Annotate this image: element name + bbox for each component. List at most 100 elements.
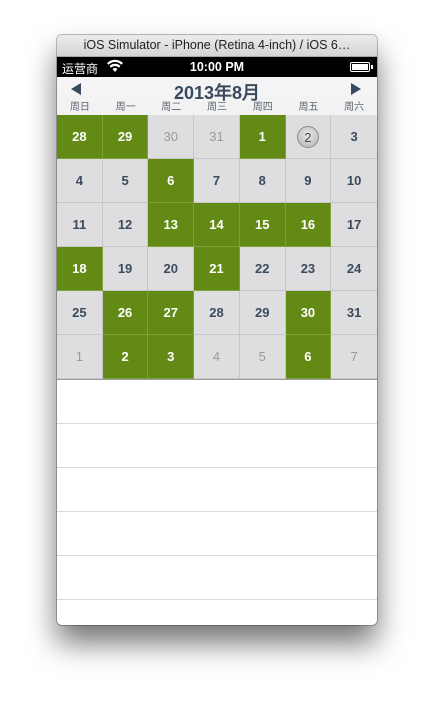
- day-number: 9: [304, 173, 312, 188]
- day-cell[interactable]: 2: [102, 335, 149, 379]
- day-cell[interactable]: 7: [331, 335, 377, 379]
- list-item[interactable]: [57, 424, 377, 468]
- day-number: 14: [209, 217, 224, 232]
- day-number: 29: [254, 305, 270, 320]
- day-cell[interactable]: 8: [239, 159, 286, 203]
- day-cell[interactable]: 13: [148, 203, 195, 247]
- day-cell[interactable]: 30: [285, 291, 332, 335]
- day-number: 7: [212, 173, 221, 188]
- day-cell[interactable]: 28: [57, 115, 103, 159]
- day-number: 7: [350, 349, 358, 364]
- day-number: 20: [163, 261, 179, 276]
- day-number: 5: [258, 349, 266, 364]
- day-cell[interactable]: 22: [239, 247, 286, 291]
- day-number: 23: [300, 261, 316, 276]
- day-number: 17: [346, 217, 362, 232]
- day-cell[interactable]: 19: [102, 247, 149, 291]
- day-cell[interactable]: 16: [285, 203, 332, 247]
- day-number: 19: [117, 261, 133, 276]
- day-cell[interactable]: 14: [194, 203, 240, 247]
- day-number: 3: [167, 349, 175, 364]
- day-number: 28: [209, 305, 224, 320]
- day-number: 31: [209, 129, 224, 144]
- day-cell[interactable]: 1: [239, 115, 286, 159]
- window-title: iOS Simulator - iPhone (Retina 4-inch) /…: [57, 35, 377, 57]
- day-cell[interactable]: 12: [102, 203, 149, 247]
- day-number: 4: [212, 349, 221, 364]
- day-number: 1: [75, 349, 83, 364]
- list-item[interactable]: [57, 512, 377, 556]
- day-cell[interactable]: 18: [57, 247, 103, 291]
- day-cell[interactable]: 15: [239, 203, 286, 247]
- list-item[interactable]: [57, 468, 377, 512]
- day-cell[interactable]: 29: [239, 291, 286, 335]
- day-number: 28: [72, 129, 87, 144]
- day-cell[interactable]: 20: [148, 247, 195, 291]
- day-number: 11: [72, 217, 87, 232]
- day-number: 16: [300, 217, 316, 232]
- day-number: 2: [121, 349, 129, 364]
- day-number: 8: [258, 173, 266, 188]
- day-cell[interactable]: 27: [148, 291, 195, 335]
- month-title: 2013年8月: [173, 83, 261, 103]
- day-cell[interactable]: 31: [194, 115, 240, 159]
- day-cell[interactable]: 17: [331, 203, 377, 247]
- day-number: 30: [300, 305, 316, 320]
- day-cell[interactable]: 4: [57, 159, 103, 203]
- day-number: 15: [254, 217, 270, 232]
- day-number: 3: [350, 129, 358, 144]
- day-number: 29: [117, 129, 133, 144]
- day-number: 5: [121, 173, 129, 188]
- list-item[interactable]: [57, 380, 377, 424]
- day-cell[interactable]: 25: [57, 291, 103, 335]
- list-item[interactable]: [57, 556, 377, 600]
- day-cell[interactable]: 4: [194, 335, 240, 379]
- day-cell[interactable]: 31: [331, 291, 377, 335]
- day-number: 10: [346, 173, 362, 188]
- day-cell[interactable]: 26: [102, 291, 149, 335]
- day-cell[interactable]: 7: [194, 159, 240, 203]
- day-cell[interactable]: 9: [285, 159, 332, 203]
- day-cell[interactable]: 2: [285, 115, 332, 159]
- day-cell[interactable]: 28: [194, 291, 240, 335]
- day-number: 4: [75, 173, 83, 188]
- day-number: 21: [209, 261, 224, 276]
- day-cell[interactable]: 1: [57, 335, 103, 379]
- day-number: 18: [72, 261, 87, 276]
- day-number: 1: [258, 129, 266, 144]
- day-number: 25: [72, 305, 87, 320]
- day-cell[interactable]: 11: [57, 203, 103, 247]
- day-number: 27: [163, 305, 179, 320]
- calendar: 2013年8月 周日 周一 周二 周三 周四 周五 周六 28 29 30 31 1 2 3 4 5 6 7 8 9…: [57, 77, 377, 380]
- calendar-grid: 28 29 30 31 1 2 3 4 5 6 7 8 9 10 11 12 13 14 15 16 17 18 19 20 2…: [57, 115, 377, 379]
- day-cell[interactable]: 3: [331, 115, 377, 159]
- simulator-window: iOS Simulator - iPhone (Retina 4-inch) /…: [57, 35, 377, 625]
- next-month-arrow-icon[interactable]: [351, 83, 361, 95]
- day-cell[interactable]: 21: [194, 247, 240, 291]
- day-number: 31: [346, 305, 362, 320]
- day-number: 26: [117, 305, 133, 320]
- battery-icon: [350, 62, 373, 72]
- day-cell[interactable]: 6: [148, 159, 195, 203]
- day-cell[interactable]: 10: [331, 159, 377, 203]
- day-number: 2: [296, 125, 319, 148]
- day-cell[interactable]: 23: [285, 247, 332, 291]
- day-number: 6: [304, 349, 312, 364]
- day-cell[interactable]: 24: [331, 247, 377, 291]
- day-number: 24: [346, 261, 362, 276]
- status-time: 10:00 PM: [189, 60, 245, 74]
- status-bar: 运营商 10:00 PM: [57, 57, 377, 77]
- calendar-header: 2013年8月: [57, 77, 377, 103]
- day-number: 6: [167, 173, 175, 188]
- day-number: 22: [254, 261, 270, 276]
- event-list: [57, 380, 377, 600]
- day-cell[interactable]: 29: [102, 115, 149, 159]
- day-number: 13: [163, 217, 179, 232]
- day-number: 30: [163, 129, 179, 144]
- day-cell[interactable]: 3: [148, 335, 195, 379]
- day-cell[interactable]: 30: [148, 115, 195, 159]
- day-cell[interactable]: 6: [285, 335, 332, 379]
- day-cell[interactable]: 5: [102, 159, 149, 203]
- day-cell[interactable]: 5: [239, 335, 286, 379]
- day-number: 12: [117, 217, 133, 232]
